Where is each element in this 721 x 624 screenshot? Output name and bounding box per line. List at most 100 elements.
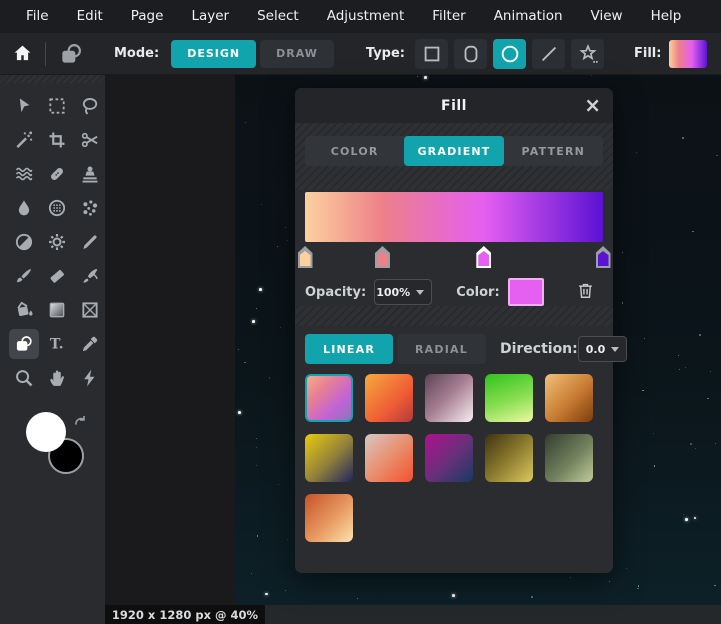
swap-colors-icon[interactable] [72,414,88,430]
marquee-select-icon[interactable] [42,91,72,121]
menu-animation[interactable]: Animation [480,0,577,33]
star [268,377,271,379]
star [699,334,701,336]
star [531,596,533,598]
frame-icon[interactable] [75,295,105,325]
disperse-icon[interactable] [75,193,105,223]
gradient-stop-3[interactable] [595,246,611,268]
stop-color-swatch[interactable] [507,278,544,306]
radial-button[interactable]: RADIAL [397,334,486,364]
type-star-button[interactable] [571,38,604,69]
adjust-icon[interactable] [42,227,72,257]
gradient-presets-grid [305,374,607,554]
star [284,589,287,592]
gradient-preset-5[interactable] [305,434,353,482]
tab-color[interactable]: COLOR [305,136,404,166]
type-label: Type: [365,46,405,61]
blur-icon[interactable] [9,193,39,223]
fill-gradient-swatch[interactable] [669,39,708,68]
gradient-preview-bar[interactable] [305,192,603,242]
linear-button[interactable]: LINEAR [305,334,394,364]
hand-icon[interactable] [42,363,72,393]
gradient-preset-8[interactable] [485,434,533,482]
eyedropper-icon[interactable] [75,329,105,359]
gradient-stop-2[interactable] [476,246,492,268]
type-rectangle-button[interactable] [415,38,448,69]
options-separator [45,41,46,66]
liquify-icon[interactable] [9,159,39,189]
star [685,518,688,521]
clone-stamp-icon[interactable] [75,159,105,189]
type-rounded-rectangle-button[interactable] [454,38,487,69]
heal-icon[interactable] [42,159,72,189]
smudge-icon[interactable] [75,261,105,291]
foreground-color-chip[interactable] [26,412,66,452]
menu-page[interactable]: Page [117,0,178,33]
menu-layer[interactable]: Layer [177,0,243,33]
gradient-preset-9[interactable] [545,434,593,482]
star [684,366,687,369]
gradient-preset-2[interactable] [425,374,473,422]
star [693,516,697,520]
type-ellipse-button[interactable] [493,38,526,69]
wand-icon[interactable] [9,125,39,155]
tool-grid: T. [9,91,105,396]
shape-icon[interactable] [9,329,39,359]
gradient-icon[interactable] [42,295,72,325]
dodge-burn-icon[interactable] [9,227,39,257]
gradient-preset-6[interactable] [365,434,413,482]
move-icon[interactable] [9,91,39,121]
menu-edit[interactable]: Edit [63,0,117,33]
gradient-preset-3[interactable] [485,374,533,422]
mode-draw-button[interactable]: DRAW [260,39,334,68]
menu-file[interactable]: File [12,0,63,33]
eraser-icon[interactable] [42,261,72,291]
direction-label: Direction: [499,341,578,357]
star [642,389,644,392]
tab-pattern[interactable]: PATTERN [504,136,603,166]
gradient-preset-0[interactable] [305,374,353,422]
quick-actions-icon[interactable] [75,363,105,393]
gradient-preset-10[interactable] [305,494,353,542]
star [643,337,646,340]
gradient-preset-7[interactable] [425,434,473,482]
lasso-icon[interactable] [75,91,105,121]
crop-icon[interactable] [42,125,72,155]
gradient-stop-1[interactable] [374,246,390,268]
gradient-style-row: LINEAR RADIAL Direction: 0.0 [305,334,628,364]
mode-design-button[interactable]: DESIGN [171,39,257,68]
menu-help[interactable]: Help [637,0,696,33]
star [252,320,255,323]
delete-stop-trash-icon[interactable] [576,281,595,304]
tab-gradient[interactable]: GRADIENT [404,136,504,166]
type-line-button[interactable] [532,38,565,69]
menu-view[interactable]: View [577,0,637,33]
brush-icon[interactable] [9,261,39,291]
text-icon[interactable]: T. [42,329,72,359]
close-icon[interactable]: × [584,92,601,118]
home-icon[interactable] [12,43,33,64]
star [637,587,639,590]
mode-label: Mode: [114,46,160,61]
menu-select[interactable]: Select [243,0,313,33]
star [621,251,624,254]
direction-dropdown[interactable]: 0.0 [577,336,628,362]
gradient-preset-4[interactable] [545,374,593,422]
opacity-dropdown[interactable]: 100% [374,279,433,305]
menu-filter[interactable]: Filter [418,0,479,33]
star [244,121,246,123]
pen-icon[interactable] [75,227,105,257]
pixelate-icon[interactable] [42,193,72,223]
star [452,594,455,597]
color-label: Color: [456,284,500,300]
star [279,326,281,328]
zoom-icon[interactable] [9,363,39,393]
gradient-stop-0[interactable] [297,246,313,268]
fill-label: Fill: [634,46,662,61]
gradient-options-panel: LINEAR RADIAL Direction: 0.0 [295,326,628,573]
gradient-preset-1[interactable] [365,374,413,422]
fill-dialog-header[interactable]: Fill × [295,88,613,123]
menu-adjustment[interactable]: Adjustment [313,0,419,33]
cutout-icon[interactable] [75,125,105,155]
fill-icon[interactable] [9,295,39,325]
